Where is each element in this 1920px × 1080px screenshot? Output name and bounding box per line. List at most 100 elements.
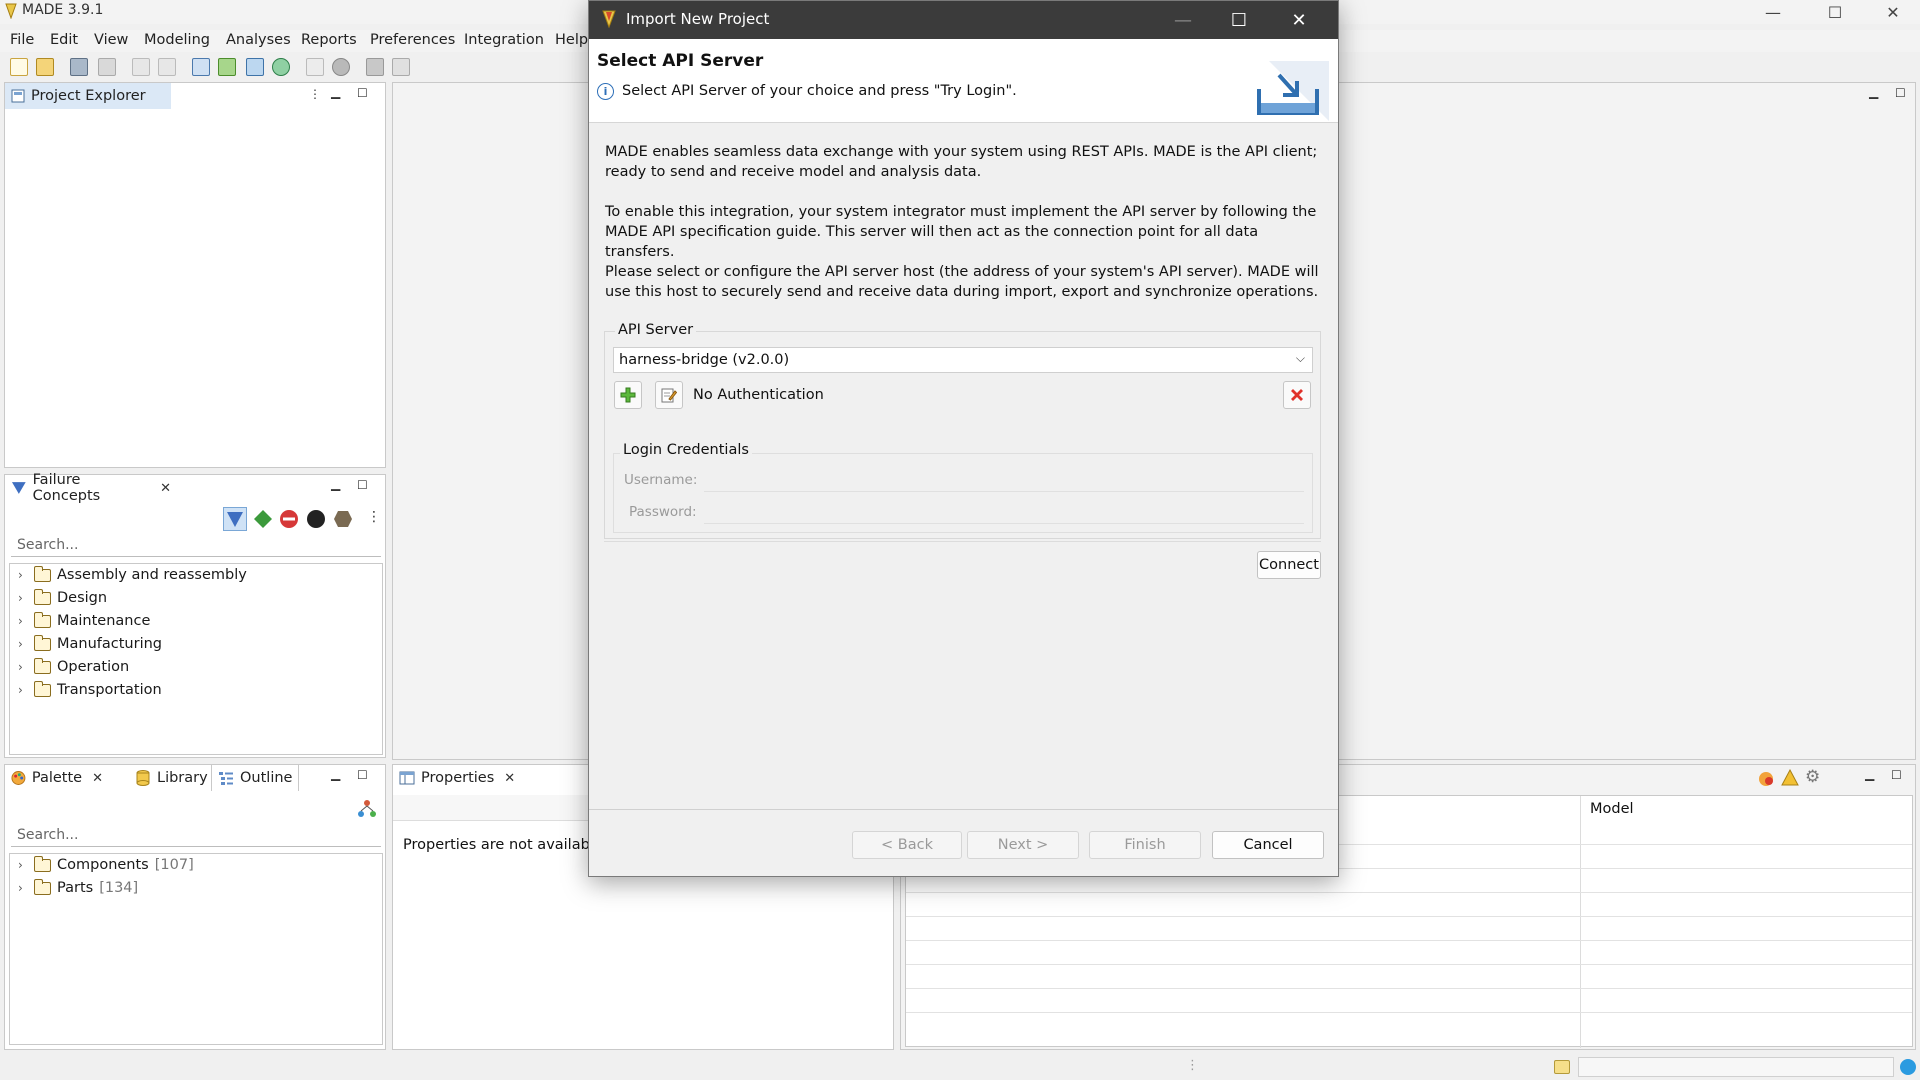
chevron-right-icon[interactable]: › — [18, 858, 28, 872]
maximize-panel-icon[interactable]: ☐ — [1891, 768, 1902, 782]
export-icon[interactable] — [392, 58, 410, 76]
maximize-editor-icon[interactable]: ☐ — [1895, 86, 1906, 100]
menu-file[interactable]: File — [10, 32, 34, 48]
dialog-minimize-button[interactable]: — — [1157, 1, 1209, 39]
minimize-panel-icon[interactable]: ▁ — [1865, 767, 1874, 781]
delete-server-button[interactable] — [1283, 381, 1311, 409]
column-header-model[interactable]: Model — [1590, 801, 1634, 817]
hexagon-icon[interactable] — [333, 509, 353, 529]
maximize-panel-icon[interactable]: ☐ — [357, 478, 368, 492]
save-icon[interactable] — [70, 58, 88, 76]
view-menu-icon[interactable]: ⋮ — [309, 87, 321, 101]
fire-icon[interactable] — [1757, 769, 1775, 787]
palette-search-input[interactable] — [11, 823, 381, 847]
tab-library[interactable]: Library — [129, 765, 214, 791]
connect-button[interactable]: Connect — [1257, 551, 1321, 579]
menu-integration[interactable]: Integration — [464, 32, 544, 48]
redo-icon[interactable] — [158, 58, 176, 76]
status-bar: ⋮ — [0, 1054, 1920, 1080]
username-field[interactable] — [704, 470, 1304, 492]
minimize-window-button[interactable]: — — [1750, 0, 1796, 24]
gear-icon[interactable]: ⚙ — [1805, 767, 1820, 787]
tree-item[interactable]: › Operation — [18, 656, 129, 678]
save-all-icon[interactable] — [98, 58, 116, 76]
maximize-window-button[interactable]: ☐ — [1812, 0, 1858, 24]
tree-item[interactable]: › Transportation — [18, 679, 162, 701]
menu-preferences[interactable]: Preferences — [370, 32, 455, 48]
minimize-panel-icon[interactable]: ▁ — [331, 477, 340, 491]
minimize-panel-icon[interactable]: ▁ — [331, 767, 340, 781]
filter-toggle-button[interactable] — [223, 507, 247, 531]
close-tab-icon[interactable]: ✕ — [92, 771, 103, 786]
dialog-close-button[interactable]: ✕ — [1273, 1, 1325, 39]
report-icon[interactable] — [306, 58, 324, 76]
globe-icon[interactable] — [272, 58, 290, 76]
maximize-panel-icon[interactable]: ☐ — [357, 86, 368, 100]
tree-icon[interactable] — [192, 58, 210, 76]
chevron-right-icon[interactable]: › — [18, 637, 28, 651]
open-folder-icon[interactable] — [36, 58, 54, 76]
close-tab-icon[interactable]: ✕ — [504, 771, 515, 786]
plugin-icon[interactable] — [366, 58, 384, 76]
minimize-panel-icon[interactable]: ▁ — [331, 85, 340, 99]
menu-reports[interactable]: Reports — [301, 32, 357, 48]
dialog-heading: Select API Server — [597, 51, 764, 71]
dialog-subtitle: Select API Server of your choice and pre… — [622, 83, 1017, 99]
cancel-button[interactable]: Cancel — [1212, 831, 1324, 859]
finish-button[interactable]: Finish — [1089, 831, 1201, 859]
edit-server-button[interactable] — [655, 381, 683, 409]
tree-item[interactable]: › Design — [18, 587, 107, 609]
menu-analyses[interactable]: Analyses — [226, 32, 291, 48]
chevron-right-icon[interactable]: › — [18, 683, 28, 697]
group-separator — [604, 541, 1321, 542]
dialog-maximize-button[interactable]: ☐ — [1213, 1, 1265, 39]
tab-properties[interactable]: Properties ✕ — [393, 765, 523, 791]
back-button[interactable]: < Back — [852, 831, 962, 859]
tab-project-explorer[interactable]: Project Explorer — [5, 83, 171, 109]
close-window-button[interactable]: ✕ — [1870, 0, 1916, 24]
api-server-select[interactable]: harness-bridge (v2.0.0) ⌵ — [613, 347, 1313, 373]
chevron-right-icon[interactable]: › — [18, 881, 28, 895]
password-field[interactable] — [704, 502, 1304, 524]
status-progress-field — [1578, 1057, 1894, 1077]
tab-palette[interactable]: Palette ✕ — [5, 765, 109, 791]
green-diamond-icon[interactable] — [253, 509, 273, 529]
close-tab-icon[interactable]: ✕ — [160, 481, 171, 496]
black-circle-icon[interactable] — [306, 509, 326, 529]
add-server-button[interactable] — [614, 381, 642, 409]
tree-item[interactable]: › Parts [134] — [18, 877, 138, 899]
database-icon[interactable] — [332, 58, 350, 76]
menu-edit[interactable]: Edit — [50, 32, 78, 48]
menu-help[interactable]: Help — [555, 32, 588, 48]
chevron-right-icon[interactable]: › — [18, 591, 28, 605]
chevron-down-icon[interactable]: ⌵ — [1296, 351, 1305, 366]
menu-view[interactable]: View — [94, 32, 128, 48]
next-button[interactable]: Next > — [967, 831, 1079, 859]
outline-icon — [219, 772, 233, 785]
globe-status-icon[interactable] — [1900, 1059, 1916, 1075]
tree-item[interactable]: › Components [107] — [18, 854, 194, 876]
chart-icon[interactable] — [218, 58, 236, 76]
tree-item[interactable]: › Manufacturing — [18, 633, 162, 655]
stop-icon[interactable] — [279, 509, 299, 529]
tab-outline[interactable]: Outline — [211, 765, 300, 791]
failure-concepts-tree: › Assembly and reassembly › Design › Mainte… — [9, 563, 383, 755]
undo-icon[interactable] — [132, 58, 150, 76]
chevron-right-icon[interactable]: › — [18, 660, 28, 674]
warning-icon[interactable] — [1781, 769, 1799, 787]
maximize-panel-icon[interactable]: ☐ — [357, 768, 368, 782]
tree-item[interactable]: › Maintenance — [18, 610, 150, 632]
notes-icon[interactable] — [1554, 1060, 1570, 1074]
menu-modeling[interactable]: Modeling — [144, 32, 210, 48]
model-icon[interactable] — [246, 58, 264, 76]
failure-concepts-search-input[interactable] — [11, 533, 381, 557]
chevron-right-icon[interactable]: › — [18, 568, 28, 582]
minimize-editor-icon[interactable]: ▁ — [1869, 85, 1878, 99]
tree-item[interactable]: › Assembly and reassembly — [18, 564, 247, 586]
chevron-right-icon[interactable]: › — [18, 614, 28, 628]
view-menu-icon[interactable]: ⋮ — [367, 509, 381, 525]
hierarchy-icon[interactable] — [357, 799, 377, 819]
new-file-icon[interactable] — [10, 58, 28, 76]
made-logo-icon — [602, 10, 616, 28]
tab-failure-concepts[interactable]: Failure Concepts ✕ — [5, 472, 177, 504]
